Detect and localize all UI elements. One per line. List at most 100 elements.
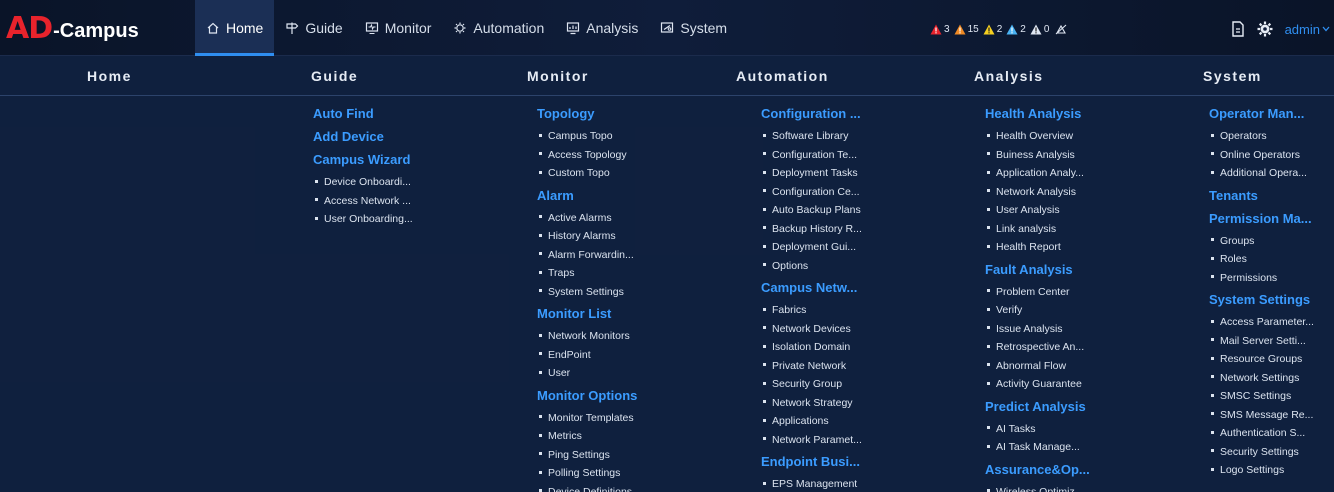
menu-item-configuration-ce[interactable]: Configuration Ce...	[761, 183, 961, 202]
menu-item-health-overview[interactable]: Health Overview	[985, 127, 1185, 146]
menu-item-software-library[interactable]: Software Library	[761, 127, 961, 146]
menu-item-additional-opera[interactable]: Additional Opera...	[1209, 164, 1334, 183]
menu-item-network-settings[interactable]: Network Settings	[1209, 369, 1334, 388]
info-alarm-count[interactable]: 0	[1030, 24, 1049, 35]
menu-item-user[interactable]: User	[537, 364, 737, 383]
gear-icon[interactable]	[1257, 21, 1273, 37]
menu-item-user-analysis[interactable]: User Analysis	[985, 201, 1185, 220]
menu-group-system-settings[interactable]: System Settings	[1209, 290, 1334, 313]
menu-item-user-onboarding[interactable]: User Onboarding...	[313, 210, 513, 229]
menu-item-abnormal-flow[interactable]: Abnormal Flow	[985, 357, 1185, 376]
minor-alarm-count[interactable]: 2	[983, 24, 1002, 35]
menu-item-custom-topo[interactable]: Custom Topo	[537, 164, 737, 183]
menu-item-history-alarms[interactable]: History Alarms	[537, 227, 737, 246]
menu-item-deployment-tasks[interactable]: Deployment Tasks	[761, 164, 961, 183]
menu-item-polling-settings[interactable]: Polling Settings	[537, 464, 737, 483]
nav-tab-analysis[interactable]: Analysis	[555, 0, 649, 56]
menu-item-eps-management[interactable]: EPS Management	[761, 475, 961, 492]
mute-alarm-icon[interactable]	[1055, 24, 1067, 35]
nav-tab-automation[interactable]: Automation	[442, 0, 555, 56]
menu-item-isolation-domain[interactable]: Isolation Domain	[761, 338, 961, 357]
menu-item-operators[interactable]: Operators	[1209, 127, 1334, 146]
menu-item-security-group[interactable]: Security Group	[761, 375, 961, 394]
menu-group-assurance-op[interactable]: Assurance&Op...	[985, 460, 1185, 483]
menu-header-monitor[interactable]: Monitor	[527, 68, 589, 84]
menu-item-verify[interactable]: Verify	[985, 301, 1185, 320]
menu-item-deployment-gui[interactable]: Deployment Gui...	[761, 238, 961, 257]
menu-item-online-operators[interactable]: Online Operators	[1209, 146, 1334, 165]
menu-item-authentication-s[interactable]: Authentication S...	[1209, 424, 1334, 443]
menu-item-metrics[interactable]: Metrics	[537, 427, 737, 446]
menu-group-monitor-options[interactable]: Monitor Options	[537, 386, 737, 409]
menu-item-permissions[interactable]: Permissions	[1209, 269, 1334, 288]
menu-item-access-topology[interactable]: Access Topology	[537, 146, 737, 165]
menu-item-security-settings[interactable]: Security Settings	[1209, 443, 1334, 462]
menu-group-campus-wizard[interactable]: Campus Wizard	[313, 150, 513, 173]
menu-item-sms-message-re[interactable]: SMS Message Re...	[1209, 406, 1334, 425]
menu-group-tenants[interactable]: Tenants	[1209, 186, 1334, 209]
menu-group-configuration[interactable]: Configuration ...	[761, 104, 961, 127]
menu-group-operator-man[interactable]: Operator Man...	[1209, 104, 1334, 127]
menu-item-endpoint[interactable]: EndPoint	[537, 346, 737, 365]
major-alarm-count[interactable]: 15	[954, 24, 979, 35]
menu-header-home[interactable]: Home	[87, 68, 132, 84]
menu-item-access-parameter[interactable]: Access Parameter...	[1209, 313, 1334, 332]
menu-item-traps[interactable]: Traps	[537, 264, 737, 283]
menu-group-add-device[interactable]: Add Device	[313, 127, 513, 150]
menu-item-smsc-settings[interactable]: SMSC Settings	[1209, 387, 1334, 406]
menu-item-applications[interactable]: Applications	[761, 412, 961, 431]
menu-header-guide[interactable]: Guide	[311, 68, 358, 84]
menu-item-backup-history-r[interactable]: Backup History R...	[761, 220, 961, 239]
menu-group-health-analysis[interactable]: Health Analysis	[985, 104, 1185, 127]
menu-item-groups[interactable]: Groups	[1209, 232, 1334, 251]
menu-item-logo-settings[interactable]: Logo Settings	[1209, 461, 1334, 480]
menu-header-automation[interactable]: Automation	[736, 68, 829, 84]
menu-item-network-paramet[interactable]: Network Paramet...	[761, 431, 961, 450]
menu-item-health-report[interactable]: Health Report	[985, 238, 1185, 257]
menu-item-ping-settings[interactable]: Ping Settings	[537, 446, 737, 465]
menu-item-link-analysis[interactable]: Link analysis	[985, 220, 1185, 239]
menu-item-issue-analysis[interactable]: Issue Analysis	[985, 320, 1185, 339]
menu-item-problem-center[interactable]: Problem Center	[985, 283, 1185, 302]
menu-group-monitor-list[interactable]: Monitor List	[537, 304, 737, 327]
menu-header-system[interactable]: System	[1203, 68, 1262, 84]
menu-item-buiness-analysis[interactable]: Buiness Analysis	[985, 146, 1185, 165]
menu-header-analysis[interactable]: Analysis	[974, 68, 1044, 84]
menu-group-auto-find[interactable]: Auto Find	[313, 104, 513, 127]
menu-item-network-monitors[interactable]: Network Monitors	[537, 327, 737, 346]
nav-tab-home[interactable]: Home	[195, 0, 275, 56]
menu-item-auto-backup-plans[interactable]: Auto Backup Plans	[761, 201, 961, 220]
ad-campus-logo[interactable]: AD -Campus	[6, 10, 139, 46]
menu-group-alarm[interactable]: Alarm	[537, 186, 737, 209]
menu-item-mail-server-setti[interactable]: Mail Server Setti...	[1209, 332, 1334, 351]
menu-item-ai-tasks[interactable]: AI Tasks	[985, 420, 1185, 439]
menu-item-fabrics[interactable]: Fabrics	[761, 301, 961, 320]
menu-item-configuration-te[interactable]: Configuration Te...	[761, 146, 961, 165]
menu-group-fault-analysis[interactable]: Fault Analysis	[985, 260, 1185, 283]
nav-tab-monitor[interactable]: Monitor	[354, 0, 443, 56]
menu-item-application-analy[interactable]: Application Analy...	[985, 164, 1185, 183]
menu-group-predict-analysis[interactable]: Predict Analysis	[985, 397, 1185, 420]
menu-item-private-network[interactable]: Private Network	[761, 357, 961, 376]
menu-item-options[interactable]: Options	[761, 257, 961, 276]
menu-group-topology[interactable]: Topology	[537, 104, 737, 127]
menu-item-ai-task-manage[interactable]: AI Task Manage...	[985, 438, 1185, 457]
menu-item-system-settings[interactable]: System Settings	[537, 283, 737, 302]
menu-item-access-network[interactable]: Access Network ...	[313, 192, 513, 211]
menu-item-roles[interactable]: Roles	[1209, 250, 1334, 269]
menu-item-network-strategy[interactable]: Network Strategy	[761, 394, 961, 413]
menu-item-network-devices[interactable]: Network Devices	[761, 320, 961, 339]
menu-group-campus-netw[interactable]: Campus Netw...	[761, 278, 961, 301]
nav-tab-system[interactable]: System	[649, 0, 738, 56]
menu-group-endpoint-busi[interactable]: Endpoint Busi...	[761, 452, 961, 475]
menu-group-permission-ma[interactable]: Permission Ma...	[1209, 209, 1334, 232]
menu-item-activity-guarantee[interactable]: Activity Guarantee	[985, 375, 1185, 394]
menu-item-alarm-forwardin[interactable]: Alarm Forwardin...	[537, 246, 737, 265]
menu-item-monitor-templates[interactable]: Monitor Templates	[537, 409, 737, 428]
menu-item-device-definitions[interactable]: Device Definitions	[537, 483, 737, 492]
menu-item-wireless-optimiz[interactable]: Wireless Optimiz...	[985, 483, 1185, 492]
warning-alarm-count[interactable]: 2	[1006, 24, 1026, 35]
menu-item-campus-topo[interactable]: Campus Topo	[537, 127, 737, 146]
menu-item-retrospective-an[interactable]: Retrospective An...	[985, 338, 1185, 357]
document-icon[interactable]	[1231, 21, 1245, 37]
